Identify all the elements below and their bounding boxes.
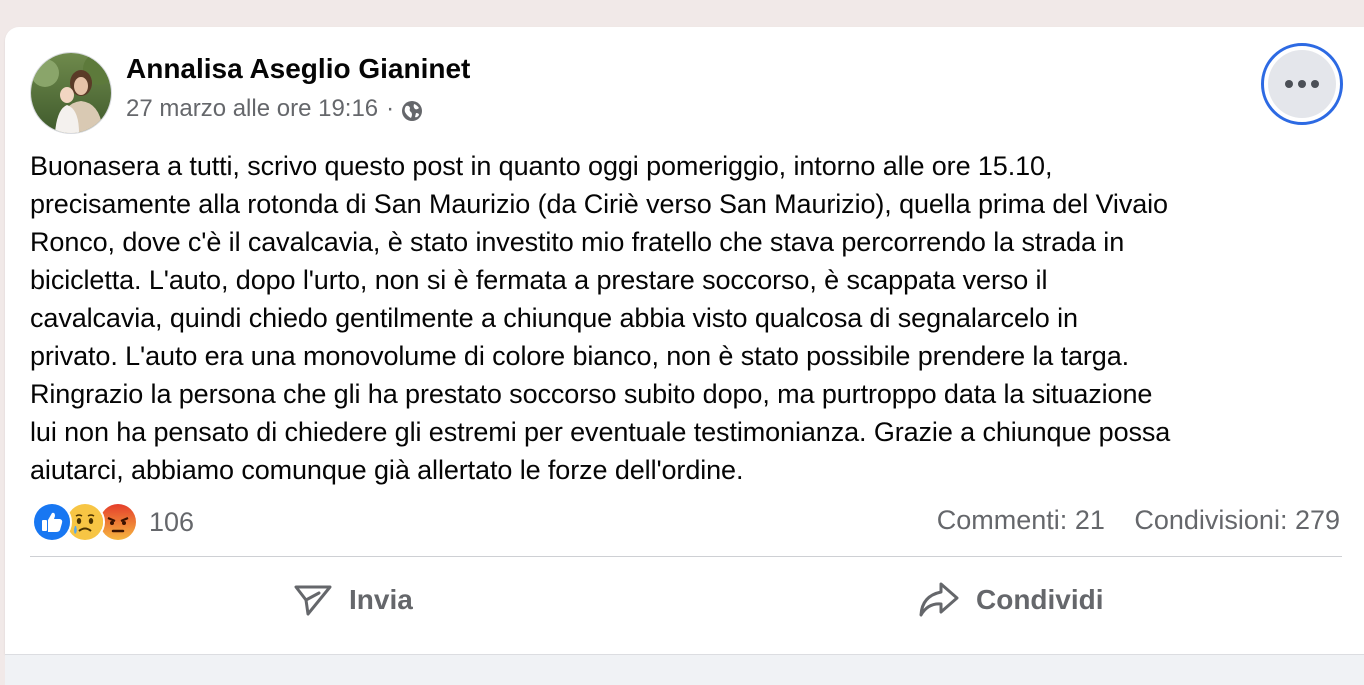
post-line: Buonasera a tutti, scrivo questo post in… xyxy=(30,151,1053,181)
post-line: privato. L'auto era una monovolume di co… xyxy=(30,341,1130,371)
post-line: cavalcavia, quindi chiedo gentilmente a … xyxy=(30,303,1078,333)
shares-count[interactable]: Condivisioni: 279 xyxy=(1134,505,1340,535)
avatar[interactable] xyxy=(30,52,112,134)
reactions-summary[interactable]: 106 xyxy=(32,502,194,542)
share-button[interactable]: Condividi xyxy=(918,575,1104,625)
share-icon xyxy=(919,582,959,617)
post-line: bicicletta. L'auto, dopo l'urto, non si … xyxy=(30,265,1048,295)
share-label: Condividi xyxy=(976,584,1104,615)
send-label: Invia xyxy=(349,584,413,615)
like-icon xyxy=(32,502,72,542)
post-timestamp[interactable]: 27 marzo alle ore 19:16 xyxy=(126,95,378,123)
send-button[interactable]: Invia xyxy=(293,575,413,625)
divider xyxy=(30,556,1342,557)
comments-count[interactable]: Commenti: 21 xyxy=(937,505,1105,535)
more-horizontal-icon xyxy=(1268,50,1336,118)
post-meta: 27 marzo alle ore 19:16 · xyxy=(126,95,424,123)
more-options-button[interactable] xyxy=(1261,43,1343,125)
author-name[interactable]: Annalisa Aseglio Gianinet xyxy=(126,53,470,85)
send-icon xyxy=(294,585,332,616)
post-stats: Commenti: 21 Condivisioni: 279 xyxy=(937,505,1340,536)
post-body: Buonasera a tutti, scrivo questo post in… xyxy=(30,147,1350,489)
post-card: Annalisa Aseglio Gianinet 27 marzo alle … xyxy=(5,27,1364,654)
post-line: Ronco, dove c'è il cavalcavia, è stato i… xyxy=(30,227,1125,257)
comments-area xyxy=(5,654,1364,685)
reaction-count: 106 xyxy=(149,506,195,537)
post-line: Ringrazio la persona che gli ha prestato… xyxy=(30,379,1153,409)
post-line: precisamente alla rotonda di San Maurizi… xyxy=(30,189,1168,219)
post-line: lui non ha pensato di chiedere gli estre… xyxy=(30,417,1171,447)
globe-icon[interactable] xyxy=(400,99,424,123)
meta-separator: · xyxy=(386,95,395,122)
post-line: aiutarci, abbiamo comunque già allertato… xyxy=(30,455,744,485)
